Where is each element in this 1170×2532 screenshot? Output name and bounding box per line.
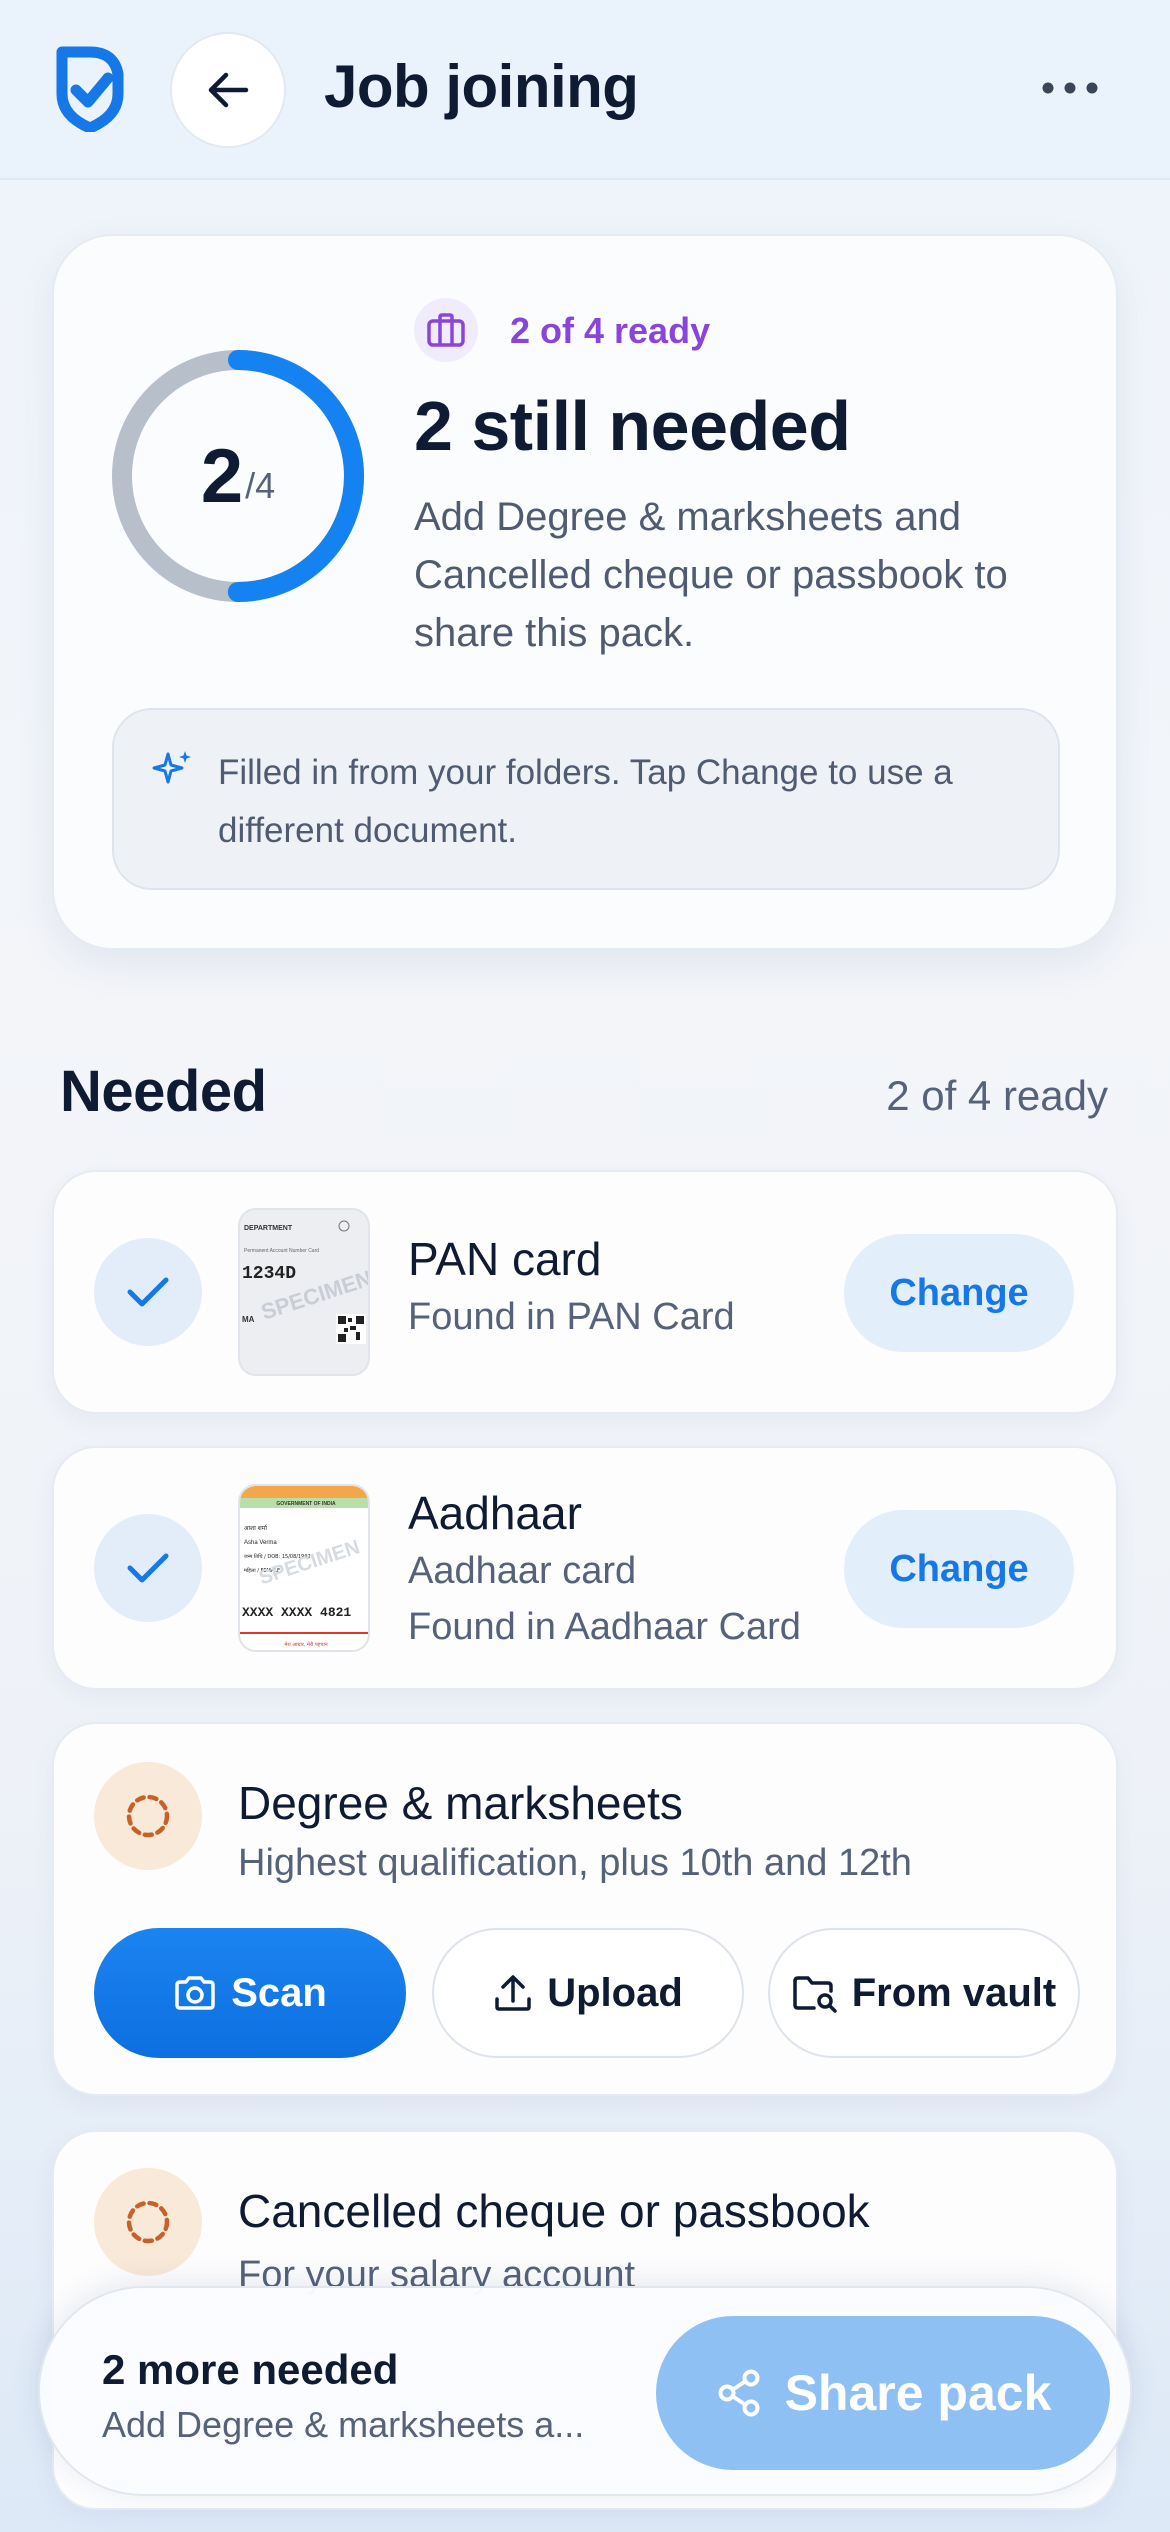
document-item-pan[interactable]: DEPARTMENT Permanent Account Number Card… (52, 1170, 1118, 1414)
from-vault-label: From vault (851, 1970, 1057, 2015)
more-options-icon[interactable] (1040, 76, 1100, 100)
arrow-left-icon (208, 72, 249, 108)
total-count: /4 (245, 465, 276, 506)
checkmark-icon (127, 1277, 169, 1307)
document-title: Aadhaar (408, 1487, 582, 1539)
share-icon (718, 2369, 760, 2417)
scan-label: Scan (231, 1970, 327, 2015)
back-button[interactable] (170, 32, 286, 148)
aadhaar-govt-text: GOVERNMENT OF INDIA (276, 1501, 336, 1507)
change-pan-button[interactable]: Change (844, 1234, 1074, 1352)
document-item-aadhaar[interactable]: GOVERNMENT OF INDIA आशा शर्मा Asha Verma… (52, 1446, 1118, 1690)
page-title: Job joining (324, 53, 639, 120)
more-needed-subtitle: Add Degree & marksheets a... (102, 2404, 585, 2445)
upload-label: Upload (547, 1970, 683, 2015)
more-needed-title: 2 more needed (102, 2346, 399, 2393)
document-subtitle: Aadhaar card (408, 1550, 637, 1592)
sparkle-icon (152, 751, 191, 784)
share-pack-button[interactable]: Share pack (656, 2316, 1110, 2470)
ready-count: 2 (200, 433, 244, 519)
document-source: Found in Aadhaar Card (408, 1606, 801, 1648)
document-title: Degree & marksheets (238, 1777, 683, 1829)
upload-icon (495, 1975, 531, 2011)
folder-search-icon (793, 1976, 837, 2013)
scan-button[interactable]: Scan (94, 1928, 406, 2058)
share-pack-label: Share pack (784, 2365, 1052, 2421)
pending-badge (94, 1762, 202, 1870)
needed-section-count: 2 of 4 ready (886, 1072, 1108, 1119)
still-needed-heading: 2 still needed (414, 387, 851, 465)
app-header: Job joining (0, 0, 1170, 180)
pending-badge (94, 2168, 202, 2276)
pack-ready-status: 2 of 4 ready (510, 310, 711, 351)
pack-summary-card: 2 /4 2 of 4 ready 2 still needed Add Deg… (52, 234, 1118, 950)
briefcase-icon (427, 313, 465, 347)
aadhaar-number-text: XXXX XXXX 4821 (242, 1605, 351, 1620)
pan-qr-code (336, 1314, 366, 1344)
from-vault-button[interactable]: From vault (768, 1928, 1080, 2058)
aadhaar-name: Asha Verma (244, 1540, 277, 1546)
document-title: PAN card (408, 1233, 602, 1285)
aadhaar-card-image: GOVERNMENT OF INDIA आशा शर्मा Asha Verma… (240, 1486, 368, 1650)
checkmark-icon (127, 1553, 169, 1583)
camera-icon (175, 1976, 215, 2010)
summary-description: Add Degree & marksheets and Cancelled ch… (414, 495, 1008, 655)
pan-number-text: 1234D (242, 1264, 296, 1284)
document-item-degree: Degree & marksheets Highest qualificatio… (52, 1722, 1118, 2096)
document-title: Cancelled cheque or passbook (238, 2185, 870, 2237)
change-aadhaar-button[interactable]: Change (844, 1510, 1074, 1628)
pan-label-text: MA (242, 1315, 255, 1324)
upload-button[interactable]: Upload (432, 1928, 744, 2058)
autofill-hint-text: Filled in from your folders. Tap Change … (218, 753, 953, 850)
needed-section-title: Needed (60, 1059, 267, 1124)
document-subtitle: Highest qualification, plus 10th and 12t… (238, 1842, 912, 1884)
pan-card-thumbnail: DEPARTMENT Permanent Account Number Card… (238, 1208, 370, 1376)
aadhaar-card-thumbnail: GOVERNMENT OF INDIA आशा शर्मा Asha Verma… (238, 1484, 370, 1652)
shield-check-logo-icon (56, 46, 124, 132)
pan-card-heading-text: Permanent Account Number Card (244, 1248, 319, 1254)
autofill-hint-box: Filled in from your folders. Tap Change … (112, 708, 1060, 890)
pan-card-image: DEPARTMENT Permanent Account Number Card… (240, 1210, 368, 1374)
share-bottom-bar: 2 more needed Add Degree & marksheets a.… (38, 2286, 1132, 2496)
document-source: Found in PAN Card (408, 1296, 735, 1338)
pan-dept-text: DEPARTMENT (244, 1225, 293, 1232)
dashed-circle-icon (126, 2200, 170, 2244)
briefcase-chip (414, 298, 478, 362)
dashed-circle-icon (126, 1794, 170, 1838)
ready-check-badge (94, 1238, 202, 1346)
ready-check-badge (94, 1514, 202, 1622)
aadhaar-tagline: मेरा आधार, मेरी पहचान (284, 1641, 328, 1648)
aadhaar-hindi-name: आशा शर्मा (244, 1524, 268, 1532)
progress-count: 2 /4 (110, 348, 366, 604)
